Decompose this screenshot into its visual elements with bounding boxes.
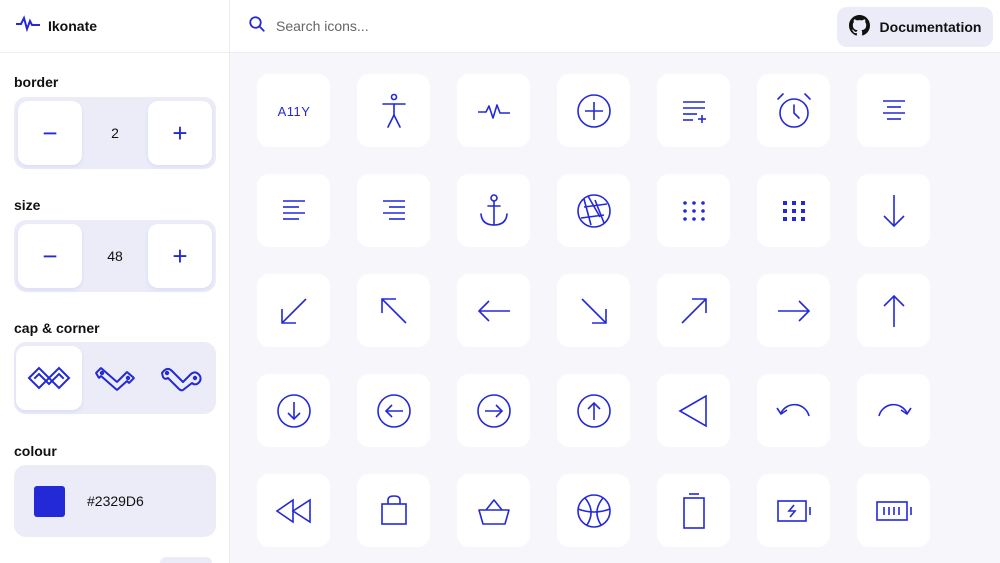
- arrow-up-left-icon[interactable]: [357, 274, 430, 347]
- arrow-up-icon[interactable]: [857, 274, 930, 347]
- border-increase-button[interactable]: +: [147, 101, 212, 165]
- a11y-icon[interactable]: A11Y: [257, 74, 330, 147]
- align-right-icon[interactable]: [357, 174, 430, 247]
- next-control-peek: [160, 557, 212, 563]
- battery-charging-icon[interactable]: [757, 474, 830, 547]
- add-circle-icon[interactable]: [557, 74, 630, 147]
- arrow-left-circle-icon[interactable]: [357, 374, 430, 447]
- battery-full-icon[interactable]: [857, 474, 930, 547]
- arrow-down-right-icon[interactable]: [557, 274, 630, 347]
- rewind-icon[interactable]: [257, 474, 330, 547]
- size-decrease-button[interactable]: −: [18, 224, 82, 288]
- size-label: size: [14, 197, 41, 213]
- accessibility-icon[interactable]: [357, 74, 430, 147]
- brand[interactable]: Ikonate: [0, 0, 229, 53]
- colour-value: #2329D6: [87, 493, 144, 509]
- align-center-icon[interactable]: [857, 74, 930, 147]
- basket-icon[interactable]: [457, 474, 530, 547]
- add-to-list-icon[interactable]: [657, 74, 730, 147]
- colour-label: colour: [14, 443, 57, 459]
- anchor-icon[interactable]: [457, 174, 530, 247]
- arrow-down-circle-icon[interactable]: [257, 374, 330, 447]
- logo-activity-icon: [16, 12, 40, 41]
- app-name: Ikonate: [48, 18, 98, 34]
- arrow-left-icon[interactable]: [457, 274, 530, 347]
- size-value: 48: [107, 248, 123, 264]
- border-stepper: − 2 +: [14, 97, 216, 169]
- top-bar: Documentation: [230, 0, 1000, 53]
- align-left-icon[interactable]: [257, 174, 330, 247]
- back-icon[interactable]: [657, 374, 730, 447]
- documentation-label: Documentation: [879, 19, 982, 35]
- alarm-icon[interactable]: [757, 74, 830, 147]
- cap-round-bevel-option[interactable]: [82, 346, 148, 410]
- github-icon: [848, 15, 870, 39]
- activity-icon[interactable]: [457, 74, 530, 147]
- colour-picker[interactable]: #2329D6: [14, 465, 216, 537]
- cap-corner-selector: [14, 342, 216, 414]
- size-increase-button[interactable]: +: [147, 224, 212, 288]
- apps-icon[interactable]: [757, 174, 830, 247]
- cap-square-miter-option[interactable]: [16, 346, 82, 410]
- cap-round-round-option[interactable]: [148, 346, 214, 410]
- bag-icon[interactable]: [357, 474, 430, 547]
- colour-swatch[interactable]: [34, 485, 65, 517]
- icon-grid: A11Y: [257, 74, 930, 547]
- search-input[interactable]: [276, 18, 676, 34]
- arrow-right-icon[interactable]: [757, 274, 830, 347]
- search-icon: [248, 15, 266, 38]
- arrow-up-circle-icon[interactable]: [557, 374, 630, 447]
- border-decrease-button[interactable]: −: [18, 101, 82, 165]
- aperture-icon[interactable]: [557, 174, 630, 247]
- arrow-up-right-icon[interactable]: [657, 274, 730, 347]
- border-value: 2: [111, 125, 119, 141]
- arrow-down-left-icon[interactable]: [257, 274, 330, 347]
- cap-corner-label: cap & corner: [14, 320, 100, 336]
- basketball-icon[interactable]: [557, 474, 630, 547]
- arrow-down-icon[interactable]: [857, 174, 930, 247]
- battery-empty-icon[interactable]: [657, 474, 730, 547]
- documentation-button[interactable]: Documentation: [837, 7, 993, 47]
- arrow-right-circle-icon[interactable]: [457, 374, 530, 447]
- size-stepper: − 48 +: [14, 220, 216, 292]
- a11y-label: A11Y: [277, 104, 310, 119]
- sidebar: Ikonate border − 2 + size − 48 + cap & c…: [0, 0, 230, 563]
- rotate-left-icon[interactable]: [757, 374, 830, 447]
- rotate-right-icon[interactable]: [857, 374, 930, 447]
- border-label: border: [14, 74, 59, 90]
- apps-alt-icon[interactable]: [657, 174, 730, 247]
